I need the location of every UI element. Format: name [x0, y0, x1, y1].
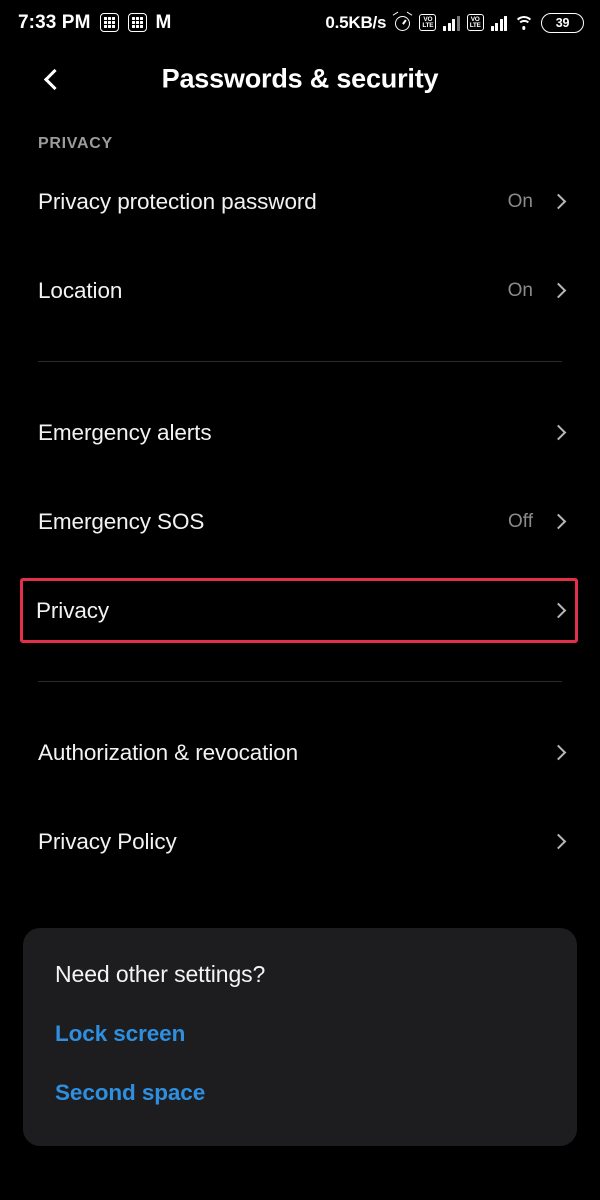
list-item-privacy[interactable]: Privacy [0, 566, 600, 655]
list-item-label: Authorization & revocation [38, 739, 299, 765]
list-item-emergency-sos[interactable]: Emergency SOS Off [0, 477, 600, 566]
chevron-right-icon [550, 193, 567, 210]
volte-label-bottom: LTE [422, 21, 434, 29]
battery-icon: 39 [541, 12, 584, 33]
volte-label-bottom: LTE [469, 21, 481, 29]
calculator-icon [99, 13, 119, 32]
divider [38, 361, 562, 362]
status-bar: 7:33 PM M 0.5KB/s VO LTE VO LTE 39 [0, 0, 600, 45]
settings-list: Privacy protection password On Location … [0, 153, 600, 886]
m-logo-icon: M [155, 12, 172, 33]
list-item-label: Privacy Policy [38, 828, 177, 854]
list-item-label: Location [38, 277, 123, 303]
list-item-label: Emergency alerts [38, 419, 212, 445]
volte-sim1-icon: VO LTE [419, 14, 437, 31]
status-bar-left: 7:33 PM M [18, 11, 172, 34]
need-other-settings-card: Need other settings? Lock screen Second … [23, 928, 577, 1146]
alarm-icon [392, 11, 413, 32]
chevron-right-icon [550, 833, 567, 850]
chevron-right-icon [550, 602, 567, 619]
signal-sim1-icon [443, 15, 460, 31]
chevron-right-icon [550, 513, 567, 530]
divider [38, 681, 562, 682]
list-item-label: Privacy protection password [38, 188, 317, 214]
link-second-space[interactable]: Second space [55, 1080, 545, 1106]
list-item-emergency-alerts[interactable]: Emergency alerts [0, 388, 600, 477]
wifi-icon [514, 15, 534, 31]
chevron-right-icon [550, 744, 567, 761]
status-clock: 7:33 PM [18, 11, 91, 33]
chevron-right-icon [550, 424, 567, 441]
battery-level-label: 39 [555, 15, 570, 30]
list-item-value: On [507, 190, 533, 212]
signal-sim2-icon [490, 15, 507, 31]
link-lock-screen[interactable]: Lock screen [55, 1021, 545, 1047]
list-item-authorization-revocation[interactable]: Authorization & revocation [0, 708, 600, 797]
list-item-location[interactable]: Location On [0, 246, 600, 335]
card-title: Need other settings? [55, 961, 266, 987]
status-bar-right: 0.5KB/s VO LTE VO LTE 39 [325, 11, 584, 33]
list-item-privacy-policy[interactable]: Privacy Policy [0, 797, 600, 886]
section-header-privacy: PRIVACY [38, 135, 113, 152]
list-item-privacy-protection-password[interactable]: Privacy protection password On [0, 157, 600, 246]
network-speed-label: 0.5KB/s [325, 12, 387, 32]
page-title: Passwords & security [161, 63, 439, 94]
chevron-right-icon [550, 282, 567, 299]
volte-sim2-icon: VO LTE [466, 14, 484, 31]
app-bar: Passwords & security [0, 45, 600, 113]
list-item-value: Off [508, 510, 533, 532]
list-item-label: Privacy [36, 597, 110, 623]
list-item-value: On [507, 279, 533, 301]
calculator-icon [127, 13, 147, 32]
list-item-label: Emergency SOS [38, 508, 205, 534]
